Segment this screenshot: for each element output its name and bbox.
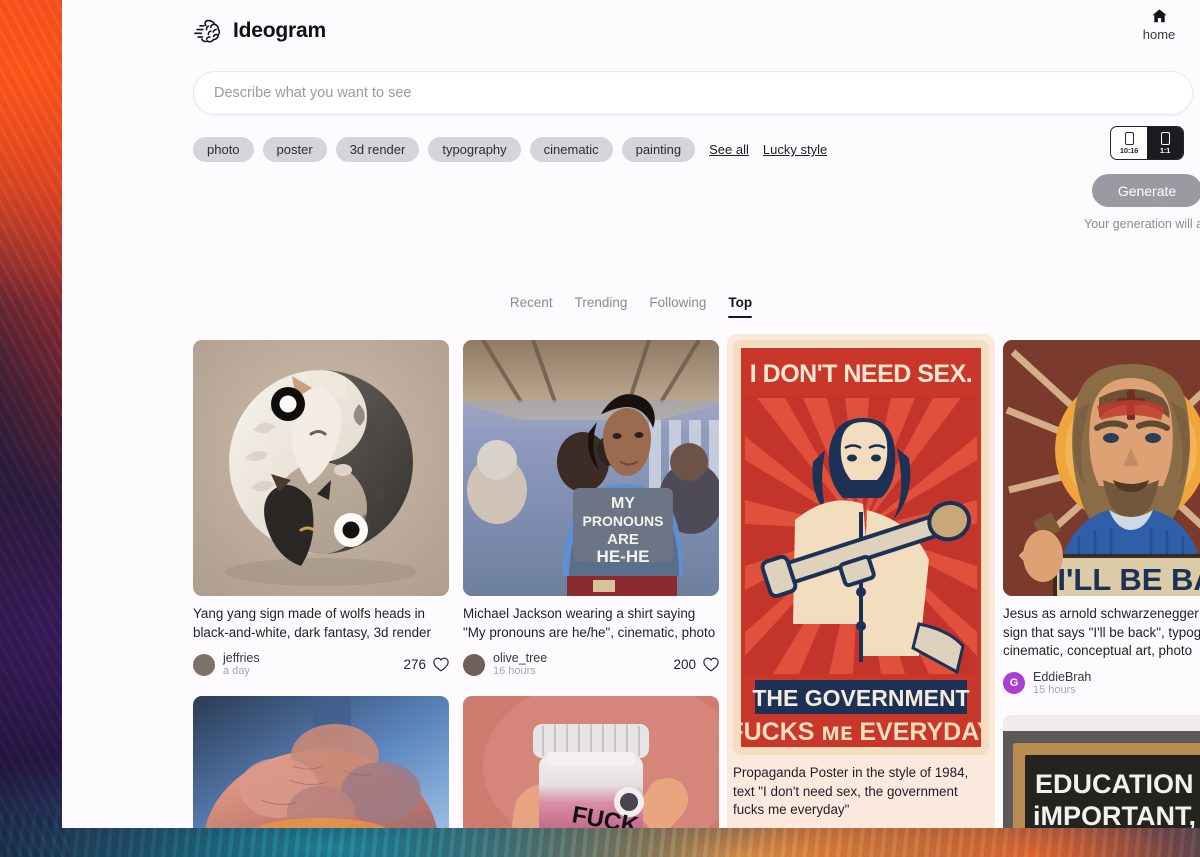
like-count: 200 [673,657,696,672]
card-meta: G EddieBrah 15 hours [1003,670,1200,697]
lucky-style-link[interactable]: Lucky style [763,142,827,157]
style-chip-3d-render[interactable]: 3d render [335,137,420,162]
avatar[interactable] [193,653,215,676]
gallery-card[interactable]: EDUCATION iMPORTANT, SUCCESS is [1003,714,1200,828]
svg-text:THE GOVERNMENT: THE GOVERNMENT [752,685,969,711]
ideogram-brain-logo-icon [193,16,223,46]
style-chip-typography[interactable]: typography [428,137,521,162]
thumbnail-hands-closeup[interactable] [193,696,449,828]
heart-icon[interactable] [433,657,449,672]
portrait-frame-icon [1124,131,1134,145]
gallery-card[interactable]: I'LL BE BACK Jesus as arnold schwarzeneg… [1003,340,1200,697]
author-username[interactable]: jeffries [223,651,403,665]
style-chip-poster[interactable]: poster [262,137,327,162]
svg-text:I'LL BE BACK: I'LL BE BACK [1057,562,1200,596]
see-all-link[interactable]: See all [709,142,749,157]
svg-text:HE-HE: HE-HE [597,547,650,566]
prompt-row [62,62,1200,115]
style-chip-cinematic[interactable]: cinematic [529,137,613,162]
svg-text:ARE: ARE [607,531,639,548]
generation-panel: 10:16 1:1 Generate Your generation will … [1082,126,1200,231]
aspect-ratio-option-portrait[interactable]: 10:16 [1111,127,1147,159]
gallery-column-3: I DON'T NEED SEX. THE GOVERNMENT FUCKS ᴍ… [727,334,995,828]
aspect-ratio-option-square[interactable]: 1:1 [1147,127,1183,159]
nav-home-button[interactable]: home [1132,8,1186,44]
brand-name: Ideogram [233,19,326,42]
like-count: 276 [403,657,426,672]
card-caption: Jesus as arnold schwarzenegger holding a… [1003,606,1200,658]
author-username[interactable]: olive_tree [493,651,673,665]
svg-text:EDUCATION: EDUCATION [1035,769,1194,799]
gallery-card-highlighted[interactable]: I DON'T NEED SEX. THE GOVERNMENT FUCKS ᴍ… [727,334,995,828]
style-chips-row: photo poster 3d render typography cinema… [62,115,1200,162]
post-timestamp: 15 hours [1033,683,1076,696]
svg-text:I DON'T NEED SEX.: I DON'T NEED SEX. [750,360,972,388]
page-root: Ideogram home phot [62,0,1200,828]
ideogram-app-window: Ideogram home phot [62,0,1200,828]
gallery-card[interactable] [193,696,449,828]
post-timestamp: a day [223,665,250,678]
style-chip-painting[interactable]: painting [621,137,696,162]
thumbnail-propaganda-poster[interactable]: I DON'T NEED SEX. THE GOVERNMENT FUCKS ᴍ… [733,340,989,755]
svg-text:MY: MY [611,495,635,512]
gallery-column-1: Yang yang sign made of wolfs heads in bl… [193,340,449,828]
like-control[interactable]: 200 [673,657,719,672]
gallery-column-2: MY PRONOUNS ARE HE-HE Michael Jackson we… [463,340,719,828]
aspect-ratio-label-portrait: 10:16 [1119,145,1139,155]
style-chip-photo[interactable]: photo [193,137,254,162]
heart-icon[interactable] [703,657,719,672]
author-username[interactable]: EddieBrah [1033,670,1200,684]
svg-text:FUCKS ᴍᴇ EVERYDAY: FUCKS ᴍᴇ EVERYDAY [733,718,989,746]
card-author: EddieBrah 15 hours [1033,670,1200,697]
card-caption: Propaganda Poster in the style of 1984, … [733,765,969,817]
feed-tab-trending[interactable]: Trending [575,295,628,318]
aspect-ratio-label-square: 1:1 [1159,145,1171,155]
prompt-input[interactable] [214,85,1172,101]
thumbnail-pill-bottle[interactable]: FUCK ALL [463,696,719,828]
gallery-column-4: I'LL BE BACK Jesus as arnold schwarzeneg… [1003,340,1200,828]
gallery-card[interactable]: Yang yang sign made of wolfs heads in bl… [193,340,449,678]
card-author: jeffries a day [223,651,403,678]
card-caption: Yang yang sign made of wolfs heads in bl… [193,606,431,640]
image-gallery: Yang yang sign made of wolfs heads in bl… [62,318,1200,828]
feed-tab-following[interactable]: Following [649,295,706,318]
svg-text:PRONOUNS: PRONOUNS [583,513,664,529]
feed-tab-top[interactable]: Top [728,295,752,318]
gallery-card[interactable]: FUCK ALL [463,696,719,828]
card-caption: Michael Jackson wearing a shirt saying "… [463,606,716,640]
feed-tab-recent[interactable]: Recent [510,295,553,318]
gallery-card[interactable]: MY PRONOUNS ARE HE-HE Michael Jackson we… [463,340,719,678]
card-meta: olive_tree 16 hours 200 [463,651,719,678]
home-label: home [1142,27,1176,42]
prompt-search-box[interactable] [193,71,1193,115]
like-control[interactable]: 276 [403,657,449,672]
post-timestamp: 16 hours [493,665,536,678]
square-frame-icon [1160,131,1170,145]
generate-button[interactable]: Generate [1091,174,1200,207]
home-icon [1132,8,1186,24]
thumbnail-michael-jackson-shirt[interactable]: MY PRONOUNS ARE HE-HE [463,340,719,596]
avatar[interactable]: G [1003,672,1025,694]
aspect-ratio-switch[interactable]: 10:16 1:1 [1110,126,1184,160]
brand-logo-link[interactable]: Ideogram [193,16,326,46]
top-bar: Ideogram home [62,0,1200,62]
thumbnail-jesus-schwarzenegger[interactable]: I'LL BE BACK [1003,340,1200,596]
desktop-backdrop: Ideogram home phot [0,0,1200,857]
card-author: olive_tree 16 hours [493,651,673,678]
thumbnail-yinyang-wolves[interactable] [193,340,449,596]
feed-tabs: Recent Trending Following Top [62,162,1200,318]
avatar[interactable] [463,653,485,676]
card-meta: jeffries a day 276 [193,651,449,678]
generation-placeholder-note: Your generation will appear here [1084,217,1200,231]
svg-text:iMPORTANT,: iMPORTANT, [1033,801,1196,828]
thumbnail-chalkboard-education[interactable]: EDUCATION iMPORTANT, SUCCESS is [1003,714,1200,828]
